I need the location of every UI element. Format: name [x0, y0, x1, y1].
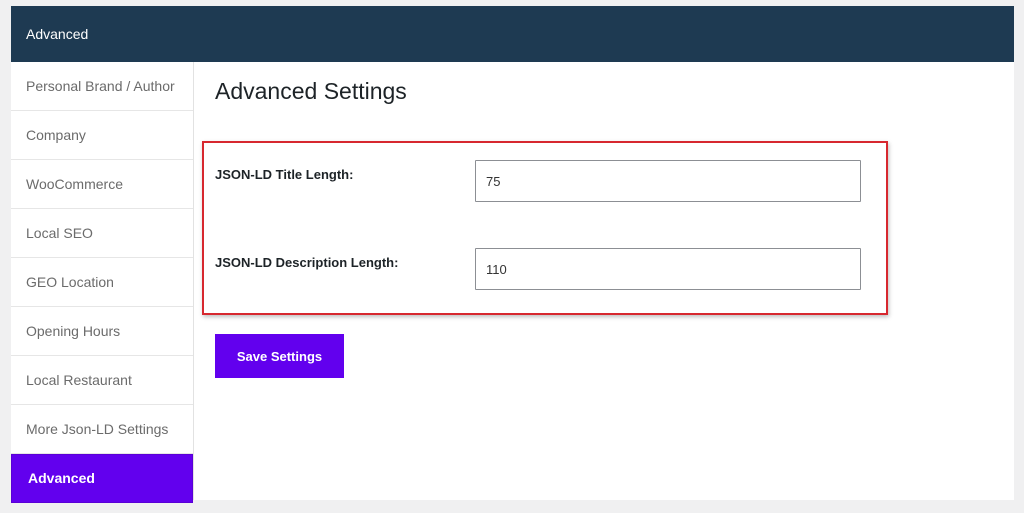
description-length-input[interactable]	[475, 248, 861, 290]
sidebar-item-personal-brand[interactable]: Personal Brand / Author	[11, 62, 193, 111]
sidebar-item-opening-hours[interactable]: Opening Hours	[11, 307, 193, 356]
sidebar-item-advanced[interactable]: Advanced	[11, 454, 193, 503]
page-title: Advanced Settings	[215, 78, 407, 104]
sidebar-item-local-restaurant[interactable]: Local Restaurant	[11, 356, 193, 405]
main-content: Advanced Settings JSON-LD Title Length: …	[194, 62, 1014, 500]
highlighted-fields-box: JSON-LD Title Length: JSON-LD Descriptio…	[202, 141, 888, 315]
description-length-label: JSON-LD Description Length:	[215, 255, 399, 270]
sidebar-item-more-json-ld[interactable]: More Json-LD Settings	[11, 405, 193, 454]
settings-panel: Advanced Personal Brand / Author Company…	[11, 6, 1014, 503]
title-length-input[interactable]	[475, 160, 861, 202]
sidebar-item-geo-location[interactable]: GEO Location	[11, 258, 193, 307]
sidebar-item-company[interactable]: Company	[11, 111, 193, 160]
sidebar-item-local-seo[interactable]: Local SEO	[11, 209, 193, 258]
header-title: Advanced	[26, 26, 89, 42]
section-header: Advanced	[11, 6, 1014, 62]
title-length-label: JSON-LD Title Length:	[215, 167, 354, 182]
sidebar-nav: Personal Brand / Author Company WooComme…	[11, 62, 194, 503]
save-settings-button[interactable]: Save Settings	[215, 334, 344, 378]
sidebar-item-woocommerce[interactable]: WooCommerce	[11, 160, 193, 209]
